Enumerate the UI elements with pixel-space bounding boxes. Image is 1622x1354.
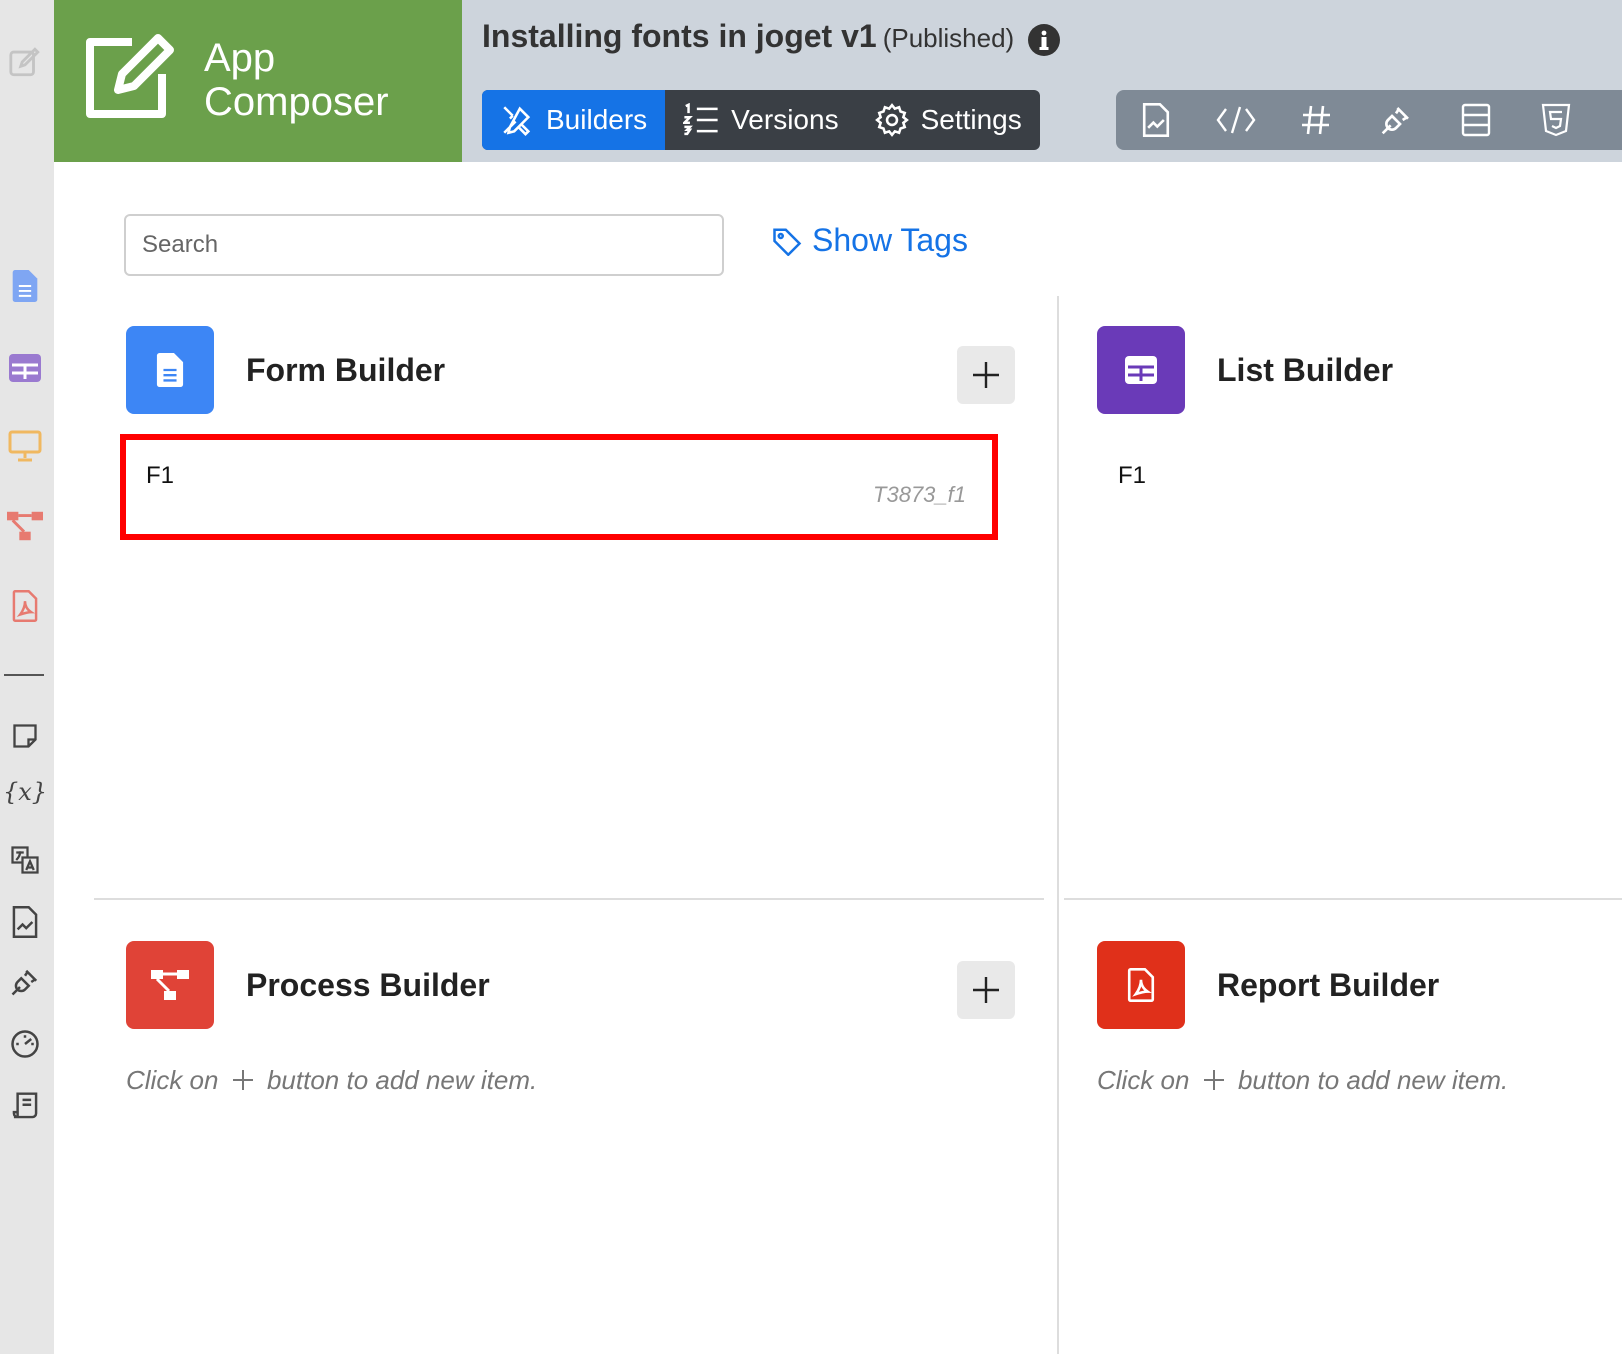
userview-icon[interactable] — [7, 428, 43, 464]
versions-tab[interactable]: Versions — [665, 90, 856, 150]
gear-icon — [874, 103, 909, 137]
search-input[interactable] — [124, 214, 724, 276]
settings-tab-label: Settings — [920, 104, 1022, 135]
plus-icon — [973, 977, 999, 1003]
report-icon — [1097, 941, 1185, 1029]
form-builder-header[interactable]: Form Builder — [126, 326, 445, 414]
plus-icon — [232, 1070, 253, 1090]
process-builder-header[interactable]: Process Builder — [126, 941, 490, 1029]
list-icon[interactable] — [7, 350, 43, 386]
variable-icon[interactable]: {x} — [3, 774, 47, 810]
app-title: Installing fonts in joget v1 (Published) — [482, 18, 1014, 55]
form-builder-title: Form Builder — [246, 351, 446, 388]
process-builder-title: Process Builder — [246, 966, 490, 1003]
app-status: (Published) — [882, 23, 1015, 53]
settings-tab[interactable]: Settings — [857, 90, 1040, 150]
composer-logo-icon — [82, 34, 174, 123]
rail-divider — [4, 674, 44, 676]
process-icon — [126, 941, 214, 1029]
column-divider — [1057, 296, 1059, 1354]
table-rows-icon[interactable] — [1436, 90, 1516, 150]
brand-title-line2: Composer — [204, 80, 389, 124]
translate-icon[interactable] — [7, 842, 43, 878]
list-list-item[interactable]: F1 — [1118, 462, 1146, 490]
show-tags-link[interactable]: Show Tags — [772, 222, 968, 259]
builder-nav: Builders Versions Settings — [482, 90, 1040, 150]
report-builder-title: Report Builder — [1217, 966, 1440, 1003]
document-chart-icon[interactable] — [1116, 90, 1196, 150]
versions-tab-label: Versions — [731, 104, 839, 135]
builders-tab-label: Builders — [546, 104, 648, 135]
code-icon[interactable] — [1196, 90, 1276, 150]
app-name: Installing fonts in joget v1 — [482, 18, 877, 54]
numbered-list-icon — [683, 103, 718, 136]
add-process-button[interactable] — [957, 961, 1015, 1019]
process-empty-after: button to add new item. — [266, 1065, 538, 1095]
left-rail: {x} — [0, 0, 54, 1354]
html5-icon[interactable] — [1516, 90, 1596, 150]
performance-icon[interactable] — [7, 1026, 43, 1062]
row-divider-right — [1064, 898, 1622, 900]
tool-bar — [1116, 90, 1622, 150]
list-item-name: F1 — [1118, 462, 1147, 489]
brand-block[interactable]: App Composer — [54, 0, 462, 162]
form-icon — [126, 326, 214, 414]
highlight-box — [120, 434, 998, 540]
plus-icon — [973, 362, 999, 388]
list-icon — [1097, 326, 1185, 414]
process-empty-message: Click on button to add new item. — [126, 1065, 537, 1096]
report-empty-before: Click on — [1097, 1065, 1190, 1095]
form-icon[interactable] — [7, 268, 43, 304]
process-empty-before: Click on — [126, 1065, 219, 1095]
row-divider-left — [94, 898, 1044, 900]
tag-icon — [773, 228, 802, 256]
builders-tools-icon — [503, 106, 531, 136]
note-icon[interactable] — [7, 718, 43, 754]
plus-icon — [1203, 1070, 1224, 1090]
report-empty-message: Click on button to add new item. — [1097, 1065, 1508, 1096]
builders-tab[interactable]: Builders — [482, 90, 666, 150]
report-icon[interactable] — [7, 588, 43, 624]
info-icon[interactable] — [1028, 24, 1060, 61]
edit-icon[interactable] — [7, 44, 43, 80]
plugin-icon[interactable] — [1356, 90, 1436, 150]
add-form-button[interactable] — [957, 346, 1015, 404]
plugin-icon[interactable] — [7, 964, 43, 1000]
document-chart-icon[interactable] — [7, 904, 43, 940]
list-builder-title: List Builder — [1217, 351, 1394, 388]
logs-icon[interactable] — [7, 1088, 43, 1124]
report-empty-after: button to add new item. — [1237, 1065, 1509, 1095]
process-icon[interactable] — [7, 508, 43, 544]
show-tags-label: Show Tags — [812, 222, 968, 258]
hash-icon[interactable] — [1276, 90, 1356, 150]
report-builder-header[interactable]: Report Builder — [1097, 941, 1439, 1029]
list-builder-header[interactable]: List Builder — [1097, 326, 1393, 414]
brand-title-line1: App — [204, 36, 276, 80]
